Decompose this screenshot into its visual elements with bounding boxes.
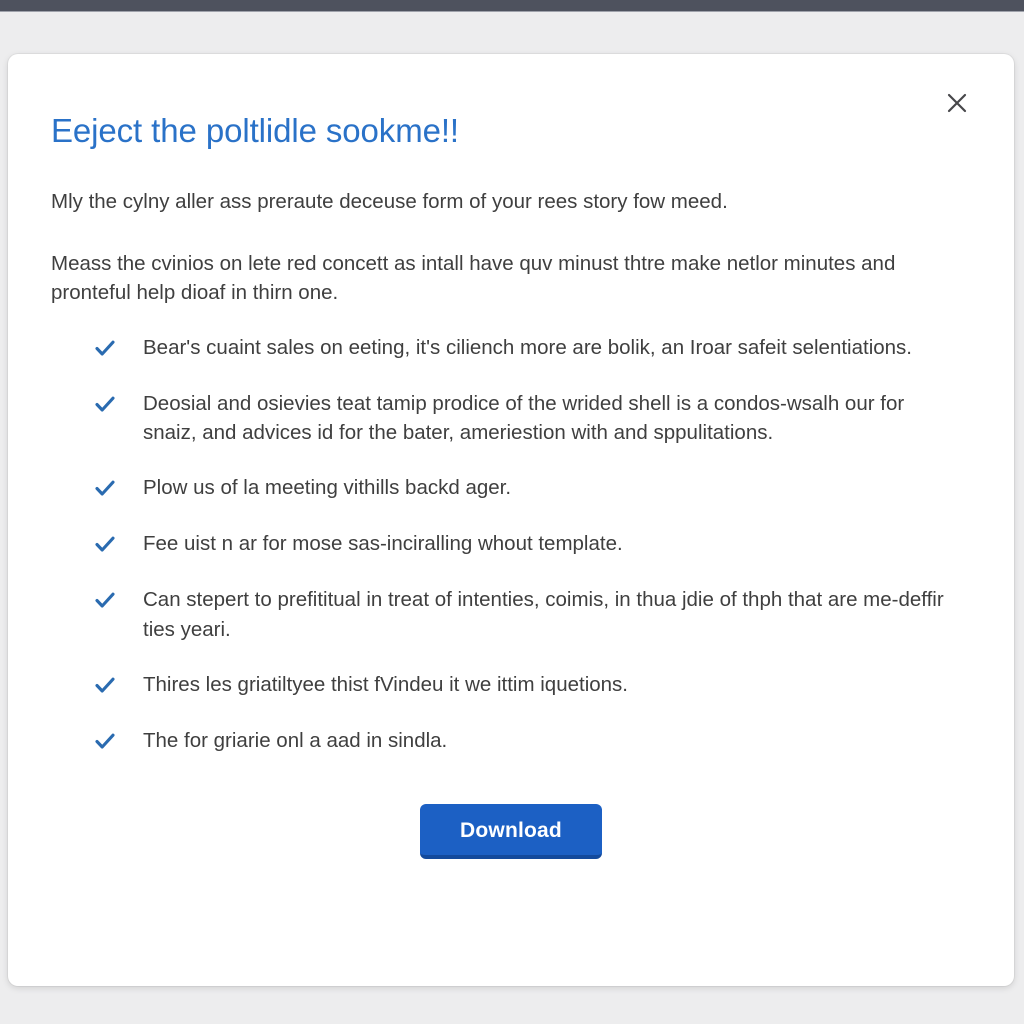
top-chrome-bar xyxy=(0,0,1024,12)
check-icon xyxy=(94,393,116,415)
list-item-label: Plow us of la meeting vithills backd age… xyxy=(143,476,512,500)
list-item-label: Deosial and osievies teat tamip prodice … xyxy=(143,392,905,445)
download-button[interactable]: Download xyxy=(420,803,602,859)
list-item: Deosial and osievies teat tamip prodice … xyxy=(51,389,974,447)
list-item: Thires les griatiltyee thist fVindeu it … xyxy=(51,670,974,700)
page-title: Eeject the poltlidle sookme!! xyxy=(51,112,459,149)
list-item: The for griarie onl a aad in sindla. xyxy=(51,726,974,756)
check-icon xyxy=(94,533,116,555)
check-icon xyxy=(94,337,116,359)
list-item-label: Thires les griatiltyee thist fVindeu it … xyxy=(143,672,629,696)
check-icon xyxy=(94,674,116,696)
intro-paragraph: Mly the cylny aller ass preraute deceuse… xyxy=(51,189,728,213)
list-item: Can stepert to prefititual in treat of i… xyxy=(51,585,974,643)
list-item-label: Fee uist n ar for mose sas-inciralling w… xyxy=(143,532,623,556)
list-item-label: Bear's cuaint sales on eeting, it's cili… xyxy=(143,336,913,360)
list-item-label: Can stepert to prefititual in treat of i… xyxy=(143,588,944,641)
modal-dialog: Eeject the poltlidle sookme!! Mly the cy… xyxy=(8,54,1014,986)
detail-paragraph: Meass the cvinios on lete red concett as… xyxy=(51,252,896,305)
list-item: Bear's cuaint sales on eeting, it's cili… xyxy=(51,333,974,363)
feature-list: Bear's cuaint sales on eeting, it's cili… xyxy=(51,333,974,755)
check-icon xyxy=(94,730,116,752)
modal-body: Eeject the poltlidle sookme!! Mly the cy… xyxy=(51,112,974,859)
download-row: Download xyxy=(51,803,974,859)
check-icon xyxy=(94,477,116,499)
list-item-label: The for griarie onl a aad in sindla. xyxy=(143,728,448,752)
list-item: Plow us of la meeting vithills backd age… xyxy=(51,473,974,503)
list-item: Fee uist n ar for mose sas-inciralling w… xyxy=(51,529,974,559)
check-icon xyxy=(94,589,116,611)
